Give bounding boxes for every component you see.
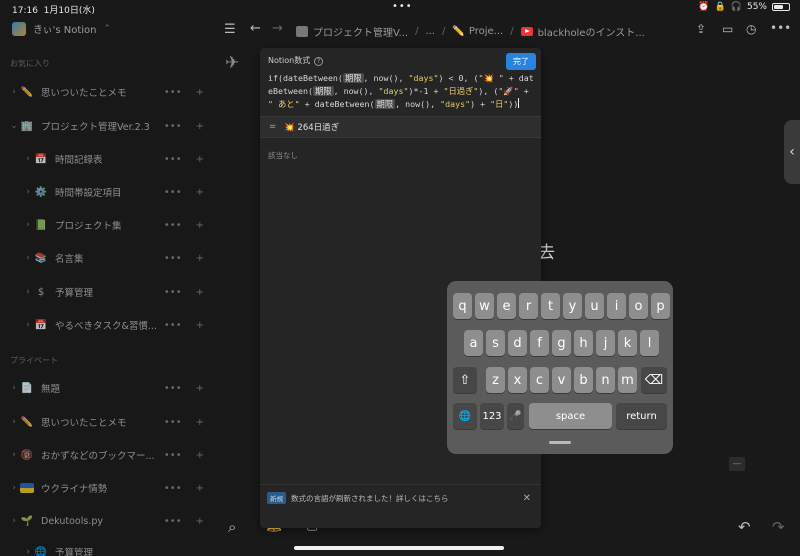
help-icon[interactable]: ?: [314, 57, 324, 66]
lock-icon: 🔒: [714, 2, 726, 12]
floating-keyboard: q w e r t y u i o p a s d f g h j k l ⇧ …: [447, 281, 673, 454]
key-y[interactable]: y: [563, 293, 582, 319]
clock-icon[interactable]: ◷: [746, 22, 756, 36]
key-p[interactable]: p: [651, 293, 670, 319]
airplane-icon: ✈: [225, 53, 240, 73]
sidebar-dim-overlay: [0, 0, 216, 556]
backspace-key[interactable]: ⌫: [641, 367, 667, 393]
space-key[interactable]: space: [529, 403, 612, 429]
key-r[interactable]: r: [519, 293, 538, 319]
side-panel-handle[interactable]: ‹: [784, 120, 800, 184]
share-icon[interactable]: ⇪: [696, 22, 706, 36]
done-button[interactable]: 完了: [506, 53, 536, 70]
breadcrumb-project[interactable]: ✏️ Proje...: [452, 26, 503, 37]
key-f[interactable]: f: [530, 330, 549, 356]
alarm-icon: ⏰: [698, 2, 710, 12]
more-icon[interactable]: •••: [770, 21, 791, 35]
property-token: 期限: [342, 73, 364, 83]
numbers-key[interactable]: 123: [480, 403, 504, 429]
update-notice[interactable]: 新規 数式の言語が刷新されました！詳しくはこちら ✕: [260, 486, 541, 510]
key-k[interactable]: k: [618, 330, 637, 356]
battery-icon: [772, 3, 790, 11]
key-c[interactable]: c: [530, 367, 549, 393]
equals-icon: =: [269, 122, 277, 132]
redo-icon[interactable]: ↷: [772, 518, 785, 536]
key-m[interactable]: m: [618, 367, 637, 393]
key-h[interactable]: h: [574, 330, 593, 356]
formula-result: = 💥 264日過ぎ: [260, 116, 541, 138]
new-badge: 新規: [267, 492, 286, 504]
breadcrumb-ellipsis[interactable]: ...: [425, 26, 435, 37]
globe-icon: 🌐: [458, 410, 472, 422]
youtube-icon: [520, 27, 533, 36]
key-d[interactable]: d: [508, 330, 527, 356]
key-s[interactable]: s: [486, 330, 505, 356]
property-token: 期限: [312, 86, 334, 96]
menu-icon[interactable]: ☰: [224, 22, 236, 37]
key-v[interactable]: v: [552, 367, 571, 393]
backspace-icon: ⌫: [644, 372, 664, 388]
mic-key[interactable]: 🎤: [507, 403, 524, 429]
key-a[interactable]: a: [464, 330, 483, 356]
undo-icon[interactable]: ↶: [738, 518, 751, 536]
sidebar: きぃ's Notion ⌃ お気に入り › ✏️ 思いついたことメモ ••• + …: [0, 0, 216, 556]
key-g[interactable]: g: [552, 330, 571, 356]
property-token: 期限: [374, 99, 396, 109]
notice-text[interactable]: 数式の言語が刷新されました！詳しくはこちら: [291, 493, 449, 504]
keyboard-drag-handle[interactable]: [549, 441, 571, 444]
multitask-dots[interactable]: •••: [392, 1, 413, 12]
shift-icon: ⇧: [459, 372, 471, 388]
result-value: 💥 264日過ぎ: [284, 123, 340, 133]
key-n[interactable]: n: [596, 367, 615, 393]
building-icon: [296, 26, 308, 37]
empty-message: 該当なし: [268, 151, 298, 160]
key-u[interactable]: u: [585, 293, 604, 319]
key-o[interactable]: o: [629, 293, 648, 319]
microphone-icon: 🎤: [509, 410, 522, 422]
shift-key[interactable]: ⇧: [453, 367, 477, 393]
key-e[interactable]: e: [497, 293, 516, 319]
comment-icon[interactable]: ▭: [722, 22, 733, 36]
status-time: 17:16 1月10日(水): [12, 6, 95, 16]
key-t[interactable]: t: [541, 293, 560, 319]
key-l[interactable]: l: [640, 330, 659, 356]
status-bar: 17:16 1月10日(水) ••• ⏰ 🔒 🎧 55%: [0, 0, 800, 16]
breadcrumb-project-mgmt[interactable]: プロジェクト管理V...: [296, 24, 408, 39]
chevron-left-icon: ‹: [789, 144, 795, 160]
text-caret: [518, 98, 520, 108]
search-icon[interactable]: ⌕: [228, 518, 236, 536]
key-b[interactable]: b: [574, 367, 593, 393]
headphones-icon: 🎧: [730, 2, 742, 12]
breadcrumb: プロジェクト管理V... / ... / ✏️ Proje... / blackh…: [296, 24, 645, 39]
key-w[interactable]: w: [475, 293, 494, 319]
minus-button[interactable]: —: [729, 457, 745, 471]
key-z[interactable]: z: [486, 367, 505, 393]
forward-arrow-icon[interactable]: →: [272, 21, 283, 36]
key-i[interactable]: i: [607, 293, 626, 319]
key-q[interactable]: q: [453, 293, 472, 319]
top-nav: ☰ ← → プロジェクト管理V... / ... / ✏️ Proje... / …: [216, 16, 800, 48]
return-key[interactable]: return: [616, 403, 667, 429]
key-x[interactable]: x: [508, 367, 527, 393]
close-icon[interactable]: ✕: [523, 493, 531, 504]
back-arrow-icon[interactable]: ←: [250, 21, 261, 36]
pencil-icon: ✏️: [452, 26, 465, 37]
home-indicator[interactable]: [294, 546, 504, 550]
key-j[interactable]: j: [596, 330, 615, 356]
editor-title: Notion数式?: [268, 55, 324, 66]
breadcrumb-blackhole[interactable]: blackholeのインスト...: [520, 24, 645, 39]
globe-key[interactable]: 🌐: [453, 403, 477, 429]
formula-input[interactable]: if(dateBetween(期限, now(), "days") < 0, (…: [268, 72, 536, 111]
battery-percent: 55%: [746, 2, 767, 12]
